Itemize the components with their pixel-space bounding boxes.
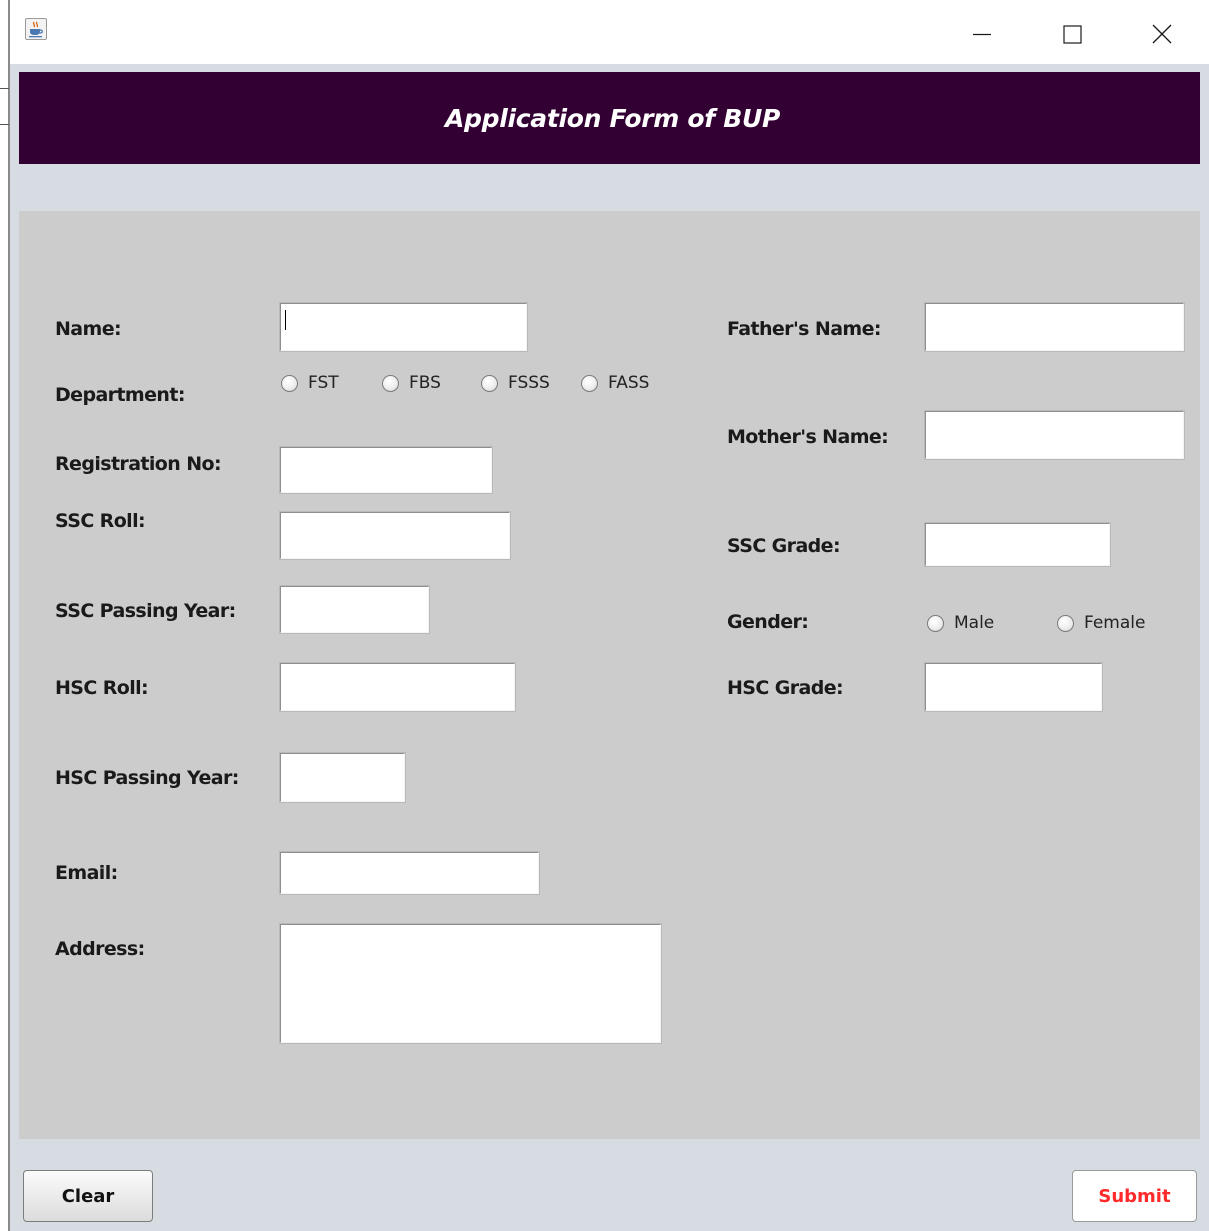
ssc-roll-label: SSC Roll: bbox=[55, 510, 146, 532]
department-label: Department: bbox=[55, 384, 185, 406]
department-radio-fass[interactable]: FASS bbox=[581, 371, 649, 395]
text-caret bbox=[285, 310, 286, 330]
gender-radio-male[interactable]: Male bbox=[927, 611, 994, 635]
hsc-passing-year-field[interactable] bbox=[279, 752, 406, 803]
ssc-grade-field[interactable] bbox=[924, 522, 1111, 567]
close-button[interactable] bbox=[1142, 14, 1182, 54]
name-label: Name: bbox=[55, 318, 122, 340]
fathers-name-label: Father's Name: bbox=[727, 318, 882, 340]
hsc-roll-label: HSC Roll: bbox=[55, 677, 149, 699]
radio-label: FASS bbox=[608, 373, 650, 393]
minimize-icon bbox=[973, 33, 991, 36]
edge-tick bbox=[0, 124, 9, 125]
radio-button-icon bbox=[382, 374, 399, 392]
content-pane: Application Form of BUP Name: Department… bbox=[10, 64, 1209, 1231]
radio-label: FSSS bbox=[508, 373, 550, 393]
gender-label: Gender: bbox=[727, 611, 809, 633]
mothers-name-field[interactable] bbox=[924, 410, 1185, 460]
hsc-passing-year-label: HSC Passing Year: bbox=[55, 767, 239, 789]
email-label: Email: bbox=[55, 862, 118, 884]
registration-no-field[interactable] bbox=[279, 446, 493, 494]
department-radio-fbs[interactable]: FBS bbox=[382, 371, 441, 395]
department-radio-fst[interactable]: FST bbox=[281, 371, 339, 395]
java-cup-icon bbox=[25, 18, 47, 40]
name-field[interactable] bbox=[279, 302, 528, 352]
clear-button[interactable]: Clear bbox=[23, 1170, 153, 1222]
mothers-name-label: Mother's Name: bbox=[727, 426, 889, 448]
gender-radio-female[interactable]: Female bbox=[1057, 611, 1145, 635]
close-icon bbox=[1152, 24, 1172, 44]
header-banner: Application Form of BUP bbox=[19, 72, 1200, 164]
hsc-grade-label: HSC Grade: bbox=[727, 677, 844, 699]
radio-button-icon bbox=[1057, 614, 1074, 632]
radio-button-icon bbox=[581, 374, 598, 392]
email-field[interactable] bbox=[279, 851, 540, 895]
ssc-passing-year-label: SSC Passing Year: bbox=[55, 600, 236, 622]
radio-label: Female bbox=[1084, 613, 1146, 633]
radio-button-icon bbox=[481, 374, 498, 392]
address-label: Address: bbox=[55, 938, 145, 960]
page-title: Application Form of BUP bbox=[444, 103, 781, 133]
ssc-roll-field[interactable] bbox=[279, 511, 511, 560]
ssc-passing-year-field[interactable] bbox=[279, 585, 430, 634]
radio-label: FBS bbox=[409, 373, 441, 393]
edge-tick bbox=[0, 88, 9, 89]
minimize-button[interactable] bbox=[962, 14, 1002, 54]
ssc-grade-label: SSC Grade: bbox=[727, 535, 841, 557]
department-radio-fsss[interactable]: FSSS bbox=[481, 371, 550, 395]
hsc-roll-field[interactable] bbox=[279, 662, 516, 712]
registration-label: Registration No: bbox=[55, 453, 222, 475]
submit-button[interactable]: Submit bbox=[1072, 1170, 1197, 1222]
radio-button-icon bbox=[927, 614, 944, 632]
maximize-icon bbox=[1063, 25, 1082, 44]
maximize-button[interactable] bbox=[1052, 14, 1092, 54]
form-panel: Name: Department: Registration No: SSC R… bbox=[19, 211, 1200, 1139]
radio-button-icon bbox=[281, 374, 298, 392]
hsc-grade-field[interactable] bbox=[924, 662, 1103, 712]
address-textarea[interactable] bbox=[279, 923, 662, 1044]
radio-label: Male bbox=[954, 613, 995, 633]
fathers-name-field[interactable] bbox=[924, 302, 1185, 352]
radio-label: FST bbox=[308, 373, 339, 393]
title-bar bbox=[10, 0, 1209, 64]
application-window: Application Form of BUP Name: Department… bbox=[0, 0, 1209, 1231]
